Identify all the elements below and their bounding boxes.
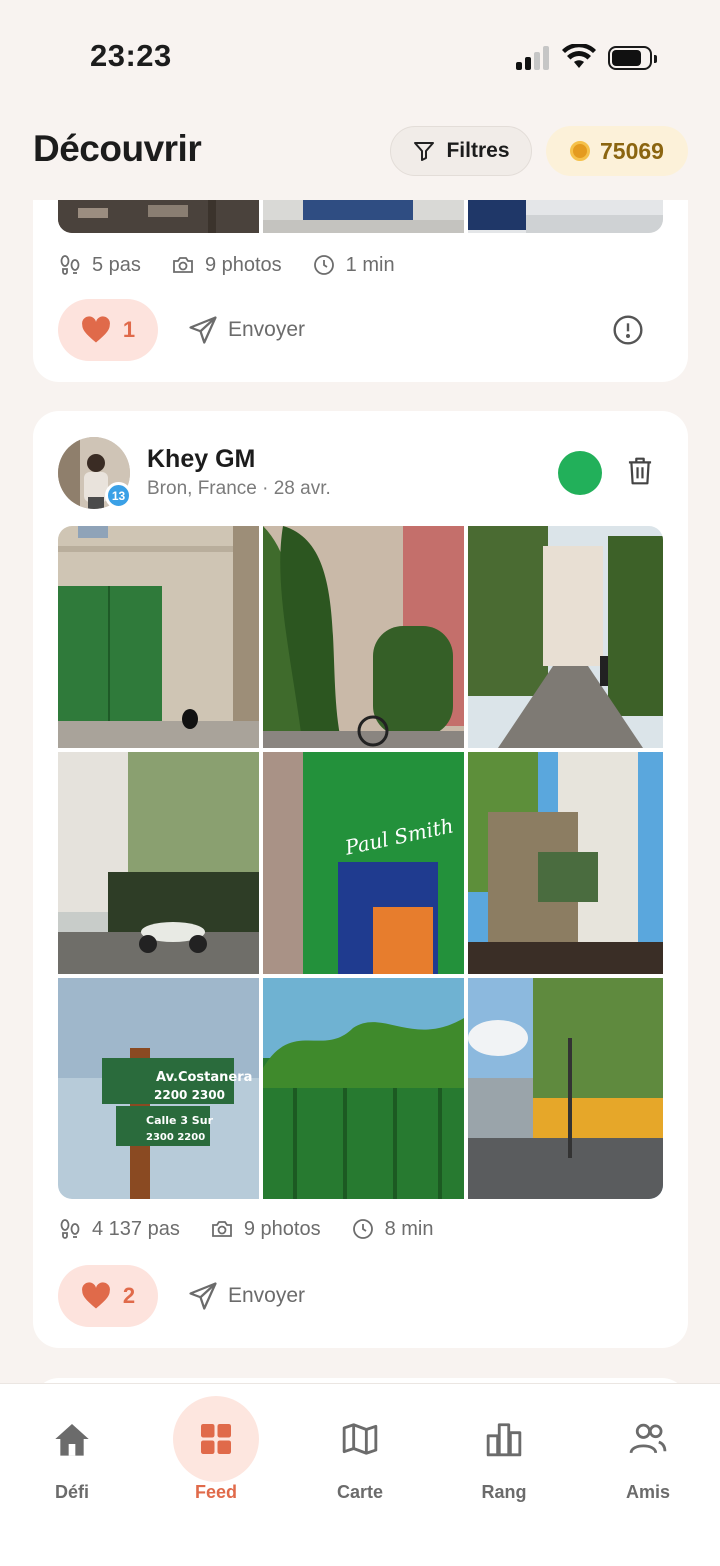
- like-button[interactable]: 1: [58, 299, 158, 361]
- nav-label: Défi: [54, 1482, 89, 1502]
- filter-button[interactable]: Filtres: [390, 126, 532, 176]
- nav-label: Rang: [481, 1482, 527, 1502]
- steps-stat: 4 137 pas: [58, 1217, 180, 1241]
- duration-stat: 8 min: [351, 1217, 434, 1241]
- camera-icon: [211, 1221, 232, 1237]
- bar-chart-icon: [486, 1423, 522, 1457]
- battery-icon: [608, 46, 657, 70]
- send-icon: [189, 316, 217, 344]
- alert-circle-icon: [613, 315, 643, 345]
- footprints-icon: [60, 1219, 80, 1239]
- steps-stat: 5 pas: [58, 253, 141, 277]
- photos-text: 9 photos: [204, 253, 282, 276]
- photo-crossroad[interactable]: [468, 978, 663, 1199]
- photos-stat: 9 photos: [210, 1217, 321, 1241]
- nav-label: Carte: [336, 1482, 384, 1502]
- nav-label: Feed: [194, 1482, 237, 1502]
- friends-icon: [629, 1423, 667, 1454]
- photo-street-sign[interactable]: Av.Costanera 2200 2300 Calle 3 Sur 2300 220…: [58, 978, 259, 1199]
- like-button[interactable]: 2: [58, 1265, 158, 1327]
- duration-text: 1 min: [345, 253, 395, 276]
- photo-green-door[interactable]: [58, 526, 259, 748]
- photo-scooter[interactable]: [58, 752, 259, 974]
- photos-stat: 9 photos: [171, 253, 282, 277]
- post-card: 13 Khey GM Bron, France · 28 avr. Paul S…: [33, 411, 688, 1348]
- like-count: 1: [122, 317, 136, 342]
- coin-count: 75069: [600, 137, 664, 164]
- trash-icon: [628, 457, 652, 485]
- photo-green-storefront[interactable]: Paul Smith: [263, 752, 464, 974]
- level-badge: 13: [105, 482, 132, 509]
- send-label: Envoyer: [228, 318, 306, 341]
- heart-icon: [81, 316, 110, 343]
- filter-icon: [414, 142, 435, 161]
- nav-item-amis[interactable]: Amis: [576, 1384, 720, 1524]
- bottom-nav: Défi Feed Carte Rang Amis: [0, 1383, 720, 1566]
- nav-item-rang[interactable]: Rang: [432, 1384, 576, 1524]
- delete-button[interactable]: [625, 455, 655, 492]
- photos-text: 9 photos: [243, 1217, 321, 1240]
- nav-item-feed[interactable]: Feed: [144, 1384, 288, 1524]
- map-icon: [342, 1423, 378, 1455]
- home-icon: [55, 1424, 89, 1456]
- footprints-icon: [60, 255, 80, 275]
- user-name[interactable]: Khey GM: [147, 445, 255, 474]
- svg-text:2300 2200: 2300 2200: [146, 1132, 205, 1143]
- nav-item-defi[interactable]: Défi: [0, 1384, 144, 1524]
- grid-icon: [201, 1424, 231, 1454]
- status-dot: [558, 451, 602, 495]
- nav-label: Amis: [625, 1482, 670, 1502]
- photo-green-fence[interactable]: [263, 978, 464, 1199]
- send-icon: [189, 1282, 217, 1310]
- photo-cobbled-lane[interactable]: [468, 526, 663, 748]
- like-count: 2: [122, 1283, 136, 1308]
- steps-text: 5 pas: [92, 253, 141, 276]
- post-stats: 4 137 pas 9 photos 8 min: [58, 1217, 434, 1241]
- camera-icon: [173, 257, 193, 273]
- status-bar: 23:23: [0, 0, 720, 110]
- signal-icon: [516, 46, 552, 70]
- svg-text:Calle 3 Sur: Calle 3 Sur: [146, 1114, 214, 1127]
- clock-icon: [313, 255, 334, 275]
- page-title: Découvrir: [33, 128, 202, 169]
- status-time: 23:23: [90, 38, 172, 73]
- svg-text:2200 2300: 2200 2300: [154, 1088, 225, 1102]
- post-actions: 2 Envoyer: [58, 1265, 305, 1327]
- send-button[interactable]: Envoyer: [188, 1281, 305, 1311]
- filter-label: Filtres: [446, 139, 510, 162]
- coin-balance[interactable]: 75069: [546, 126, 688, 176]
- photo-townhouses[interactable]: [468, 752, 663, 974]
- duration-text: 8 min: [384, 1217, 434, 1240]
- post-location-date: Bron, France · 28 avr.: [147, 478, 331, 499]
- duration-stat: 1 min: [312, 253, 395, 277]
- nav-item-carte[interactable]: Carte: [288, 1384, 432, 1524]
- send-button[interactable]: Envoyer: [188, 315, 305, 345]
- clock-icon: [352, 1219, 373, 1239]
- post-actions: 1 Envoyer: [58, 299, 305, 361]
- coin-icon: [570, 141, 591, 161]
- wifi-icon: [562, 42, 596, 75]
- page-header: Découvrir Filtres 75069: [0, 110, 720, 200]
- report-button[interactable]: [612, 314, 644, 351]
- steps-text: 4 137 pas: [92, 1217, 180, 1240]
- post-stats: 5 pas 9 photos 1 min: [58, 253, 395, 277]
- photo-ivy-facade[interactable]: [263, 526, 464, 748]
- heart-icon: [81, 1282, 110, 1309]
- svg-text:Av.Costanera: Av.Costanera: [156, 1070, 252, 1085]
- send-label: Envoyer: [228, 1284, 306, 1307]
